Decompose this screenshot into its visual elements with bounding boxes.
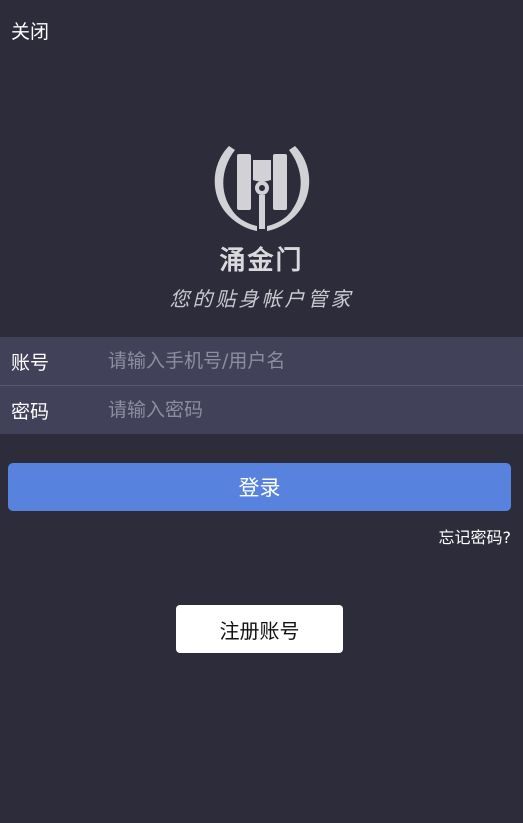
account-row: 账号 bbox=[0, 337, 523, 385]
forgot-password-link[interactable]: 忘记密码? bbox=[439, 524, 512, 548]
login-form: 账号 密码 bbox=[0, 337, 523, 434]
close-button[interactable]: 关闭 bbox=[11, 17, 49, 44]
password-input[interactable] bbox=[108, 399, 523, 421]
password-label: 密码 bbox=[11, 400, 50, 423]
brand-slogan: 您的贴身帐户管家 bbox=[169, 287, 354, 311]
account-input[interactable] bbox=[108, 350, 523, 372]
account-label: 账号 bbox=[11, 351, 50, 374]
gate-logo-icon bbox=[214, 146, 309, 231]
password-row: 密码 bbox=[0, 385, 523, 434]
brand-name: 涌金门 bbox=[219, 246, 304, 276]
brand-area: 涌金门 您的贴身帐户管家 bbox=[0, 140, 523, 312]
login-button[interactable]: 登录 bbox=[8, 463, 511, 511]
register-button[interactable]: 注册账号 bbox=[176, 605, 343, 653]
